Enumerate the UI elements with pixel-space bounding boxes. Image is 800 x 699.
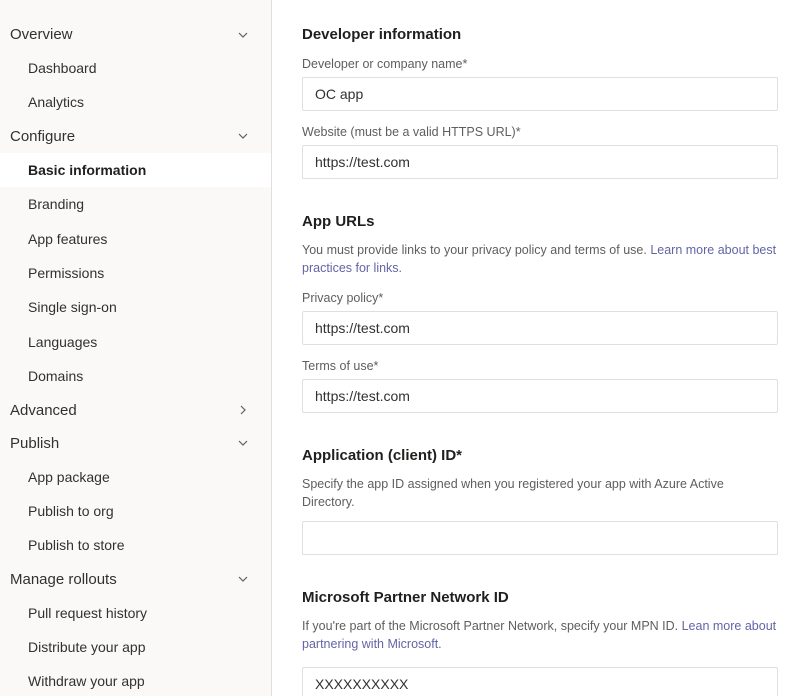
sidebar-item-domains[interactable]: Domains [0, 359, 271, 393]
application-client-id-description: Specify the app ID assigned when you reg… [302, 476, 778, 511]
sidebar-item-app-package[interactable]: App package [0, 460, 271, 494]
website-label: Website (must be a valid HTTPS URL)* [302, 125, 778, 139]
main-content: Developer information Developer or compa… [272, 0, 800, 696]
privacy-policy-input[interactable] [302, 311, 778, 345]
nav-section-publish[interactable]: Publish [0, 427, 271, 460]
nav-section-label: Publish [10, 435, 59, 452]
mpn-id-description: If you're part of the Microsoft Partner … [302, 618, 778, 653]
nav-section-overview[interactable]: Overview [0, 18, 271, 51]
app-urls-heading: App URLs [302, 213, 778, 230]
nav-section-configure[interactable]: Configure [0, 120, 271, 153]
sidebar-item-basic-information[interactable]: Basic information [0, 153, 271, 187]
sidebar-item-branding[interactable]: Branding [0, 187, 271, 221]
app-urls-section: App URLs You must provide links to your … [302, 213, 778, 413]
sidebar-item-dashboard[interactable]: Dashboard [0, 51, 271, 85]
sidebar-item-withdraw-your-app[interactable]: Withdraw your app [0, 664, 271, 698]
application-client-id-input[interactable] [302, 521, 778, 555]
sidebar-item-analytics[interactable]: Analytics [0, 85, 271, 119]
sidebar-item-publish-to-store[interactable]: Publish to store [0, 528, 271, 562]
mpn-id-input[interactable] [302, 667, 778, 696]
terms-of-use-input[interactable] [302, 379, 778, 413]
sidebar: Overview Dashboard Analytics Configure B… [0, 0, 272, 696]
sidebar-item-app-features[interactable]: App features [0, 222, 271, 256]
chevron-down-icon [237, 573, 249, 585]
chevron-right-icon [237, 404, 249, 416]
nav-section-label: Advanced [10, 402, 77, 419]
sidebar-item-permissions[interactable]: Permissions [0, 256, 271, 290]
website-input[interactable] [302, 145, 778, 179]
sidebar-item-publish-to-org[interactable]: Publish to org [0, 494, 271, 528]
sidebar-item-languages[interactable]: Languages [0, 325, 271, 359]
sidebar-item-distribute-your-app[interactable]: Distribute your app [0, 630, 271, 664]
mpn-id-heading: Microsoft Partner Network ID [302, 589, 778, 606]
mpn-id-section: Microsoft Partner Network ID If you're p… [302, 589, 778, 696]
privacy-policy-label: Privacy policy* [302, 291, 778, 305]
developer-information-heading: Developer information [302, 26, 778, 43]
chevron-down-icon [237, 437, 249, 449]
nav-section-label: Manage rollouts [10, 571, 117, 588]
developer-name-input[interactable] [302, 77, 778, 111]
chevron-down-icon [237, 29, 249, 41]
nav-section-label: Configure [10, 128, 75, 145]
mpn-id-desc-text: If you're part of the Microsoft Partner … [302, 619, 682, 633]
chevron-down-icon [237, 130, 249, 142]
terms-of-use-label: Terms of use* [302, 359, 778, 373]
sidebar-item-single-sign-on[interactable]: Single sign-on [0, 290, 271, 324]
developer-information-section: Developer information Developer or compa… [302, 26, 778, 179]
developer-name-label: Developer or company name* [302, 57, 778, 71]
app-urls-description: You must provide links to your privacy p… [302, 242, 778, 277]
app-urls-desc-text: You must provide links to your privacy p… [302, 243, 650, 257]
application-client-id-section: Application (client) ID* Specify the app… [302, 447, 778, 555]
nav-section-label: Overview [10, 26, 73, 43]
nav-section-advanced[interactable]: Advanced [0, 394, 271, 427]
sidebar-item-pull-request-history[interactable]: Pull request history [0, 596, 271, 630]
nav-section-manage-rollouts[interactable]: Manage rollouts [0, 563, 271, 596]
application-client-id-heading: Application (client) ID* [302, 447, 778, 464]
